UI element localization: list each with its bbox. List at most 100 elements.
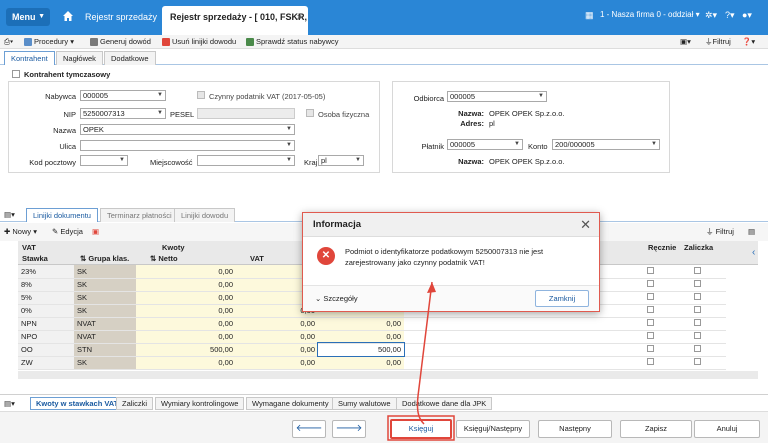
chevron-left-icon[interactable]: ‹ [752,247,755,258]
temp-contractor-checkbox[interactable] [12,70,20,78]
header-grupa[interactable]: ⇅ Grupa klas. [80,254,129,263]
cell-brutto[interactable]: 0,00 [318,317,404,331]
tab-kontrahent[interactable]: Kontrahent [4,51,55,65]
zaliczka-checkbox[interactable] [668,330,726,344]
zaliczka-checkbox[interactable] [668,317,726,331]
table-row[interactable]: NPO NVAT 0,00 0,00 0,00 [18,330,726,344]
reczne-checkbox[interactable] [632,278,668,292]
ksieguj-nastepny-button[interactable]: Księguj/Następny [456,420,530,438]
horizontal-scrollbar[interactable] [18,371,758,379]
reczne-checkbox[interactable] [632,356,668,370]
checkbox[interactable] [646,358,654,365]
user-icon[interactable]: ●▾ [742,10,752,21]
header-vat[interactable]: VAT [250,254,264,263]
table-row[interactable]: NPN NVAT 0,00 0,00 0,00 [18,317,726,331]
cell-stawka[interactable]: NPN [18,317,74,331]
tab-linijki-dowodu[interactable]: Linijki dowodu [174,208,236,222]
cell-vat[interactable]: 0,00 [236,330,318,344]
procedures-button[interactable]: Procedury ▾ [24,35,74,49]
edit-button[interactable]: ✎ Edycja [52,225,83,239]
header-reczne[interactable]: Ręcznie [648,243,676,252]
checkbox[interactable] [646,319,654,326]
layout-icon[interactable]: ▤▾ [4,208,15,222]
tab-dodatkowe[interactable]: Dodatkowe [104,51,156,65]
home-icon[interactable] [62,10,74,22]
cell-vat[interactable]: 0,00 [236,317,318,331]
tab-rejestr-sprzedazy-document[interactable]: Rejestr sprzedaży - [ 010, FSKR, 0 ]× [162,6,308,45]
cell-vat[interactable]: 0,00 [236,356,318,370]
checkbox[interactable] [693,266,701,274]
checkbox[interactable] [693,332,701,339]
checkbox[interactable] [646,332,654,339]
header-zaliczka[interactable]: Zaliczka [684,243,713,252]
cell-netto[interactable]: 500,00 [136,343,236,357]
gear-icon[interactable]: ✲▾ [705,10,717,21]
cell-grupa[interactable]: SK [74,278,136,292]
zapisz-button[interactable]: Zapisz [620,420,692,438]
delete-icon[interactable]: ▣ [92,225,99,239]
print-icon[interactable]: ⎙▾ [4,35,13,49]
cell-brutto[interactable]: 0,00 [318,356,404,370]
zaliczka-checkbox[interactable] [668,291,726,305]
platnik-field[interactable]: 000005 ▼ [447,139,523,150]
tab-rejestr-sprzedazy[interactable]: Rejestr sprzedaży [80,6,162,29]
help-icon[interactable]: ?▾ [725,10,735,21]
cell-empty[interactable] [404,317,632,331]
reczne-checkbox[interactable] [632,291,668,305]
cell-netto[interactable]: 0,00 [136,265,236,279]
company-selector[interactable]: 1 - Nasza firma 0 - oddział ▾ [600,10,700,19]
reczne-checkbox[interactable] [632,317,668,331]
tab-linijki-dokumentu[interactable]: Linijki dokumentu [26,208,98,222]
checkbox[interactable] [693,319,701,326]
check-status-button[interactable]: Sprawdź status nabywcy [246,35,339,49]
tab-kwoty-vat[interactable]: Kwoty w stawkach VAT [30,397,125,410]
settings-icon[interactable]: ▣▾ [680,35,691,49]
tab-wymiary[interactable]: Wymiary kontrolingowe [155,397,245,410]
delete-lines-button[interactable]: Usuń linijki dowodu [162,35,236,49]
checkbox[interactable] [693,280,701,287]
grid-filter-button[interactable]: ⏚ Filtruj [706,225,734,239]
reczne-checkbox[interactable] [632,343,668,357]
nip-field[interactable]: 5250007313 ▼ [80,108,166,119]
miejscowosc-field[interactable]: ▼ [197,155,295,166]
menu-button[interactable]: Menu ▼ [6,8,50,26]
zamknij-button[interactable]: Zamknij [535,290,589,307]
cell-netto[interactable]: 0,00 [136,278,236,292]
header-netto[interactable]: ⇅ Netto [150,254,178,263]
new-button[interactable]: ✚ Nowy ▾ [4,225,37,239]
kod-field[interactable]: ▼ [80,155,128,166]
cell-stawka[interactable]: 0% [18,304,74,318]
checkbox[interactable] [646,266,654,274]
cell-netto[interactable]: 0,00 [136,330,236,344]
reczne-checkbox[interactable] [632,265,668,279]
cell-grupa[interactable]: NVAT [74,330,136,344]
reczne-checkbox[interactable] [632,330,668,344]
nastepny-button[interactable]: Następny [538,420,612,438]
nazwa-field[interactable]: OPEK ▼ [80,124,295,135]
cell-grupa[interactable]: SK [74,291,136,305]
tab-jpk[interactable]: Dodatkowe dane dla JPK [396,397,493,410]
details-toggle[interactable]: ⌄ Szczegóły [315,292,358,306]
cell-brutto[interactable]: 500,00 [317,342,405,357]
checkbox[interactable] [646,293,654,300]
close-icon[interactable]: × [297,6,302,29]
anuluj-button[interactable]: Anuluj [694,420,760,438]
nabywca-field[interactable]: 000005 ▼ [80,90,166,101]
cell-empty[interactable] [404,330,632,344]
checkbox[interactable] [693,345,701,352]
cell-stawka[interactable]: NPO [18,330,74,344]
checkbox[interactable] [646,280,654,287]
tab-terminarz[interactable]: Terminarz płatności [100,208,179,222]
cell-empty[interactable] [404,356,632,370]
next-arrow-button[interactable]: 🡒 [332,420,366,438]
konto-field[interactable]: 200/000005 ▼ [552,139,660,150]
grid-menu-icon[interactable]: ▤ [748,225,755,239]
cell-grupa[interactable]: STN [74,343,136,357]
prev-arrow-button[interactable]: 🡐 [292,420,326,438]
header-stawka[interactable]: Stawka [22,254,48,263]
tab-naglowek[interactable]: Nagłówek [56,51,103,65]
zaliczka-checkbox[interactable] [668,265,726,279]
cell-stawka[interactable]: 5% [18,291,74,305]
checkbox[interactable] [693,306,701,313]
cell-stawka[interactable]: 23% [18,265,74,279]
